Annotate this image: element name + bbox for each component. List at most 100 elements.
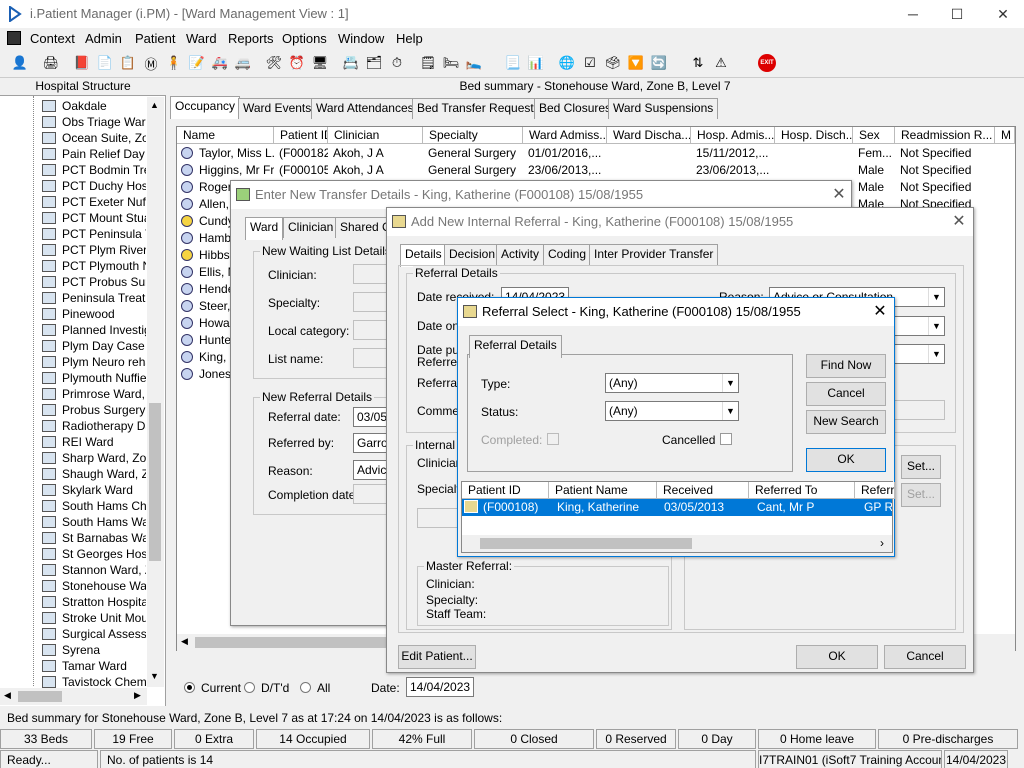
referral-select-cancel-button[interactable]: Cancel	[806, 382, 886, 406]
tree-item[interactable]: Plym Day Case U	[42, 338, 146, 354]
tree-item[interactable]: Syrena	[42, 642, 146, 658]
menu-window[interactable]: Window	[338, 31, 384, 46]
transfer-dialog-close-button[interactable]: ✕	[821, 181, 857, 209]
transfer-icon[interactable]: ⇅	[687, 52, 709, 74]
bar-chart-icon[interactable]: 📊	[525, 52, 547, 74]
menu-patient[interactable]: Patient	[135, 31, 175, 46]
refresh-window-icon[interactable]: 🔄	[648, 52, 670, 74]
tab-occupancy[interactable]: Occupancy	[170, 96, 241, 119]
document-icon[interactable]: 📄	[94, 52, 116, 74]
column-header[interactable]: Hosp. Disch...	[775, 127, 853, 144]
tree-item[interactable]: Stonehouse Ward	[42, 578, 146, 594]
referral-results-hscroll[interactable]: ›	[462, 535, 892, 552]
tree-item[interactable]: St Georges Hosp	[42, 546, 146, 562]
tree-item[interactable]: Stratton Hospital	[42, 594, 146, 610]
set-button-2[interactable]: Set...	[901, 483, 941, 507]
referral-tab-coding[interactable]: Coding	[543, 244, 592, 265]
reason-dropdown-icon[interactable]: ▼	[928, 288, 944, 306]
tab-ward-events[interactable]: Ward Events	[238, 98, 317, 119]
tree-item[interactable]: PCT Exeter Nuffie	[42, 194, 146, 210]
type-combo[interactable]: (Any) ▼	[605, 373, 739, 393]
tree-item[interactable]: REI Ward	[42, 434, 146, 450]
tab-ward-suspensions[interactable]: Ward Suspensions	[608, 98, 719, 119]
tree-item[interactable]: Oakdale	[42, 98, 146, 114]
green-arrow-icon[interactable]: 🔽	[625, 52, 647, 74]
results-hscroll-thumb[interactable]	[480, 538, 692, 549]
column-header[interactable]: Name	[177, 127, 274, 144]
transfer-tab-clinician[interactable]: Clinician	[283, 217, 339, 238]
maximize-button[interactable]: ☐	[934, 0, 980, 28]
type-dropdown-icon[interactable]: ▼	[722, 374, 738, 392]
tree-item[interactable]: Obs Triage Ward	[42, 114, 146, 130]
scroll-up-icon[interactable]: ▲	[150, 100, 159, 110]
book-red-icon[interactable]: 📕	[71, 52, 93, 74]
column-header[interactable]: Hosp. Admis...	[691, 127, 775, 144]
tree-item[interactable]: South Hams War	[42, 514, 146, 530]
tree-item[interactable]: Tamar Ward	[42, 658, 146, 674]
menu-context[interactable]: Context	[30, 31, 75, 46]
results-scroll-right-icon[interactable]: ›	[880, 536, 884, 550]
referral-tab-details[interactable]: Details	[400, 244, 447, 267]
tree-item[interactable]: Radiotherapy Day	[42, 418, 146, 434]
tab-bed-transfer-requests[interactable]: Bed Transfer Requests	[412, 98, 545, 119]
find-now-button[interactable]: Find Now	[806, 354, 886, 378]
menu-reports[interactable]: Reports	[228, 31, 274, 46]
transport-icon[interactable]: 🚐	[232, 52, 254, 74]
page-icon[interactable]: 📃	[502, 52, 524, 74]
tree-hscroll-thumb[interactable]	[18, 691, 62, 702]
close-button[interactable]: ✕	[980, 0, 1024, 28]
results-column-header[interactable]: Referred To	[749, 482, 855, 499]
tree-item[interactable]: Stannon Ward, Z	[42, 562, 146, 578]
bed-user-icon[interactable]: 🛌	[463, 52, 485, 74]
find-patient-icon[interactable]: 👤	[9, 52, 31, 74]
bed-icon[interactable]: 🛏	[440, 52, 462, 74]
internal-referral-cancel-button[interactable]: Cancel	[884, 645, 966, 669]
tree-item[interactable]: PCT Duchy Hosp	[42, 178, 146, 194]
set-button-1[interactable]: Set...	[901, 455, 941, 479]
tree-item[interactable]: Plym Neuro rehab	[42, 354, 146, 370]
menu-ward[interactable]: Ward	[186, 31, 217, 46]
warning-icon[interactable]: ⚠	[710, 52, 732, 74]
tree-item[interactable]: Skylark Ward	[42, 482, 146, 498]
tree-item[interactable]: Pain Relief Day C	[42, 146, 146, 162]
minimize-button[interactable]: ─	[890, 0, 936, 28]
internal-referral-close-button[interactable]: ✕	[941, 208, 977, 236]
tree-scroll-thumb[interactable]	[149, 403, 161, 561]
tree-item[interactable]: Probus Surgery V	[42, 402, 146, 418]
grid-scroll-left-icon[interactable]: ◀	[181, 636, 188, 647]
monitor-icon[interactable]: 🖥	[309, 52, 331, 74]
timer-icon[interactable]: ⏱	[386, 52, 408, 74]
table-row[interactable]: Taylor, Miss L... (F000182) Akoh, J A Gener…	[177, 145, 1015, 162]
date-input[interactable]: 14/04/2023	[406, 677, 474, 697]
referral-result-row[interactable]: (F000108) King, Katherine 03/05/2013 Can…	[462, 499, 892, 516]
print-icon[interactable]: 🖨	[40, 52, 62, 74]
tree-item[interactable]: St Barnabas War	[42, 530, 146, 546]
globe-icon[interactable]: 🌐	[556, 52, 578, 74]
list-icon[interactable]: 📋	[117, 52, 139, 74]
status-combo[interactable]: (Any) ▼	[605, 401, 739, 421]
tree-item[interactable]: Primrose Ward, Z	[42, 386, 146, 402]
tree-item[interactable]: Peninsula Treatm	[42, 290, 146, 306]
tab-bed-closures[interactable]: Bed Closures	[534, 98, 617, 119]
menu-options[interactable]: Options	[282, 31, 327, 46]
date-on-dropdown-icon[interactable]: ▼	[928, 317, 944, 335]
tree-item[interactable]: Stroke Unit Moun	[42, 610, 146, 626]
tree-vertical-scrollbar[interactable]: ▲ ▼	[147, 97, 164, 687]
card-edit-icon[interactable]: 🗂	[363, 52, 385, 74]
referral-select-tab-details[interactable]: Referral Details	[469, 335, 562, 358]
tab-ward-attendances[interactable]: Ward Attendances	[311, 98, 419, 119]
column-header[interactable]: Ward Admiss...	[523, 127, 607, 144]
transfer-tab-ward[interactable]: Ward	[245, 217, 284, 240]
tree-item[interactable]: PCT Mount Stuar	[42, 210, 146, 226]
column-header[interactable]: Specialty	[423, 127, 523, 144]
menu-help[interactable]: Help	[396, 31, 423, 46]
ambulance-icon[interactable]: 🚑	[209, 52, 231, 74]
tree-item[interactable]: PCT Probus Surg	[42, 274, 146, 290]
column-header[interactable]: Readmission R...	[895, 127, 995, 144]
status-dropdown-icon[interactable]: ▼	[722, 402, 738, 420]
results-column-header[interactable]: Received	[657, 482, 749, 499]
column-header[interactable]: M	[995, 127, 1015, 144]
results-column-header[interactable]: Patient Name	[549, 482, 657, 499]
tree-item[interactable]: PCT Plym River F	[42, 242, 146, 258]
menu-admin[interactable]: Admin	[85, 31, 122, 46]
